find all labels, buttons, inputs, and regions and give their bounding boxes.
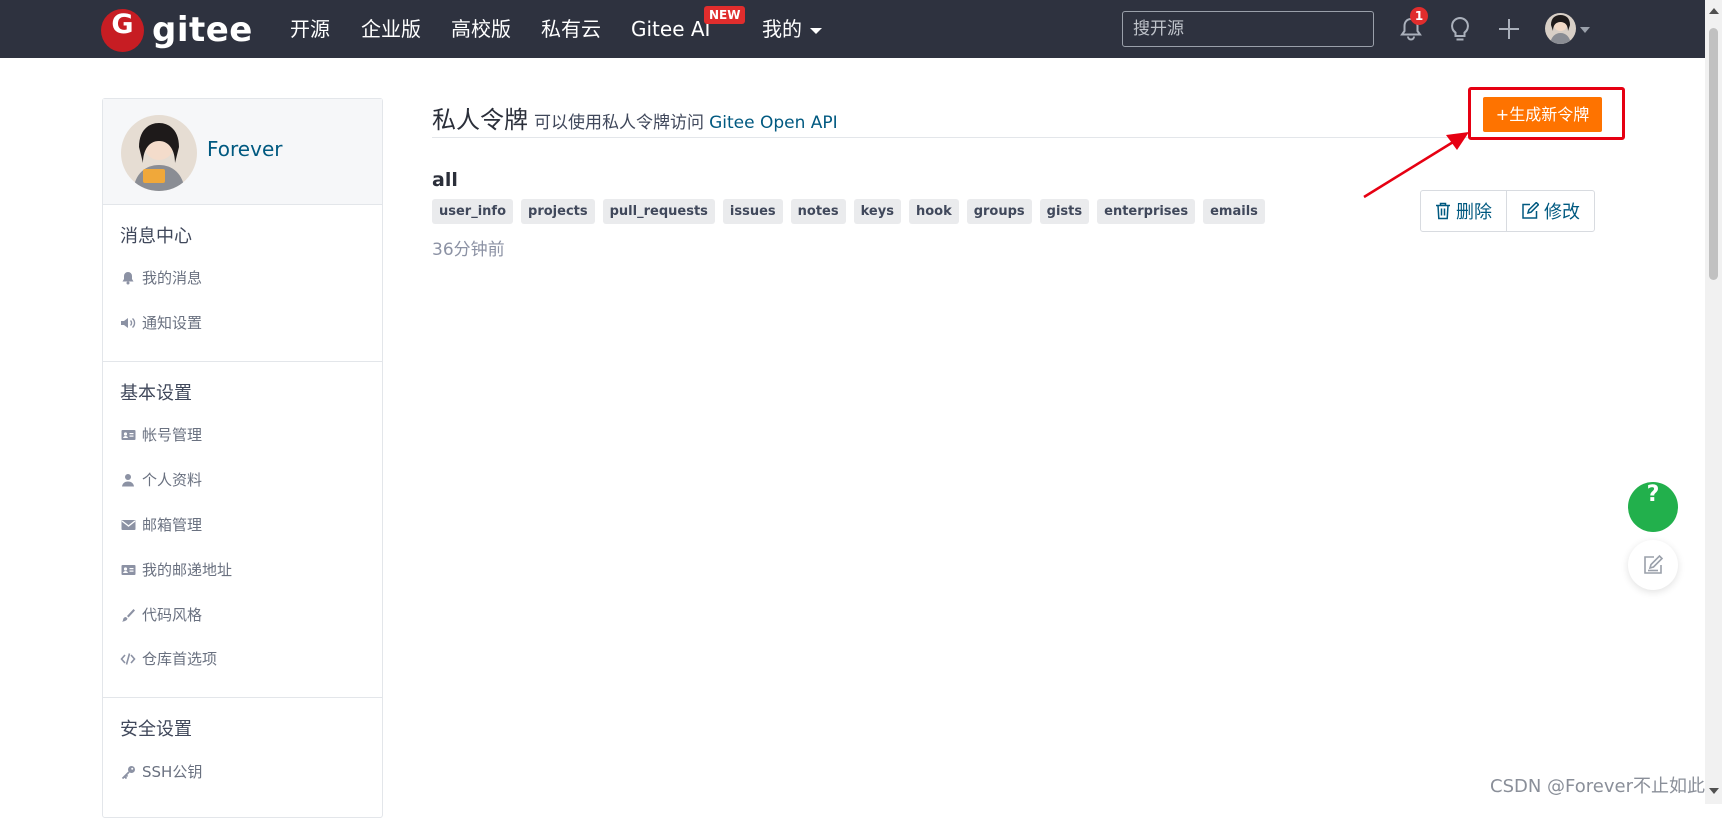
question-icon: ?	[1646, 482, 1660, 507]
scroll-up-icon[interactable]	[1709, 8, 1719, 14]
scope-tag: notes	[790, 199, 846, 224]
notification-badge: 1	[1410, 7, 1428, 25]
scope-tag: keys	[853, 199, 901, 224]
address-card-icon	[120, 562, 136, 578]
scope-tag: gists	[1039, 199, 1090, 224]
section-title-messages: 消息中心	[120, 226, 192, 247]
nav-mine[interactable]: 我的	[762, 16, 822, 42]
token-actions: 删除 修改	[1420, 190, 1595, 232]
token-timestamp: 36分钟前	[432, 240, 505, 260]
vertical-scrollbar[interactable]	[1705, 0, 1722, 804]
lightbulb-icon[interactable]	[1445, 14, 1475, 44]
sidebar-item-repo-preferences[interactable]: 仓库首选项	[120, 648, 217, 669]
help-button[interactable]: ?	[1628, 482, 1678, 532]
sidebar-item-label: 通知设置	[142, 314, 203, 332]
nav-mine-label: 我的	[762, 17, 802, 41]
scope-tag: issues	[722, 199, 783, 224]
user-avatar[interactable]	[1545, 13, 1576, 44]
sidebar-item-label: 帐号管理	[142, 426, 203, 444]
scope-tag: hook	[908, 199, 959, 224]
gitee-logo-text: gitee	[152, 10, 253, 50]
brush-icon	[120, 607, 136, 623]
chevron-down-icon[interactable]	[1580, 27, 1590, 33]
sidebar-item-ssh-keys[interactable]: SSH公钥	[120, 761, 202, 782]
generate-token-button[interactable]: +生成新令牌	[1483, 97, 1602, 132]
section-divider	[103, 361, 382, 362]
sidebar-item-code-style[interactable]: 代码风格	[120, 604, 202, 625]
gitee-open-api-link[interactable]: Gitee Open API	[709, 113, 838, 133]
section-title-basic-settings: 基本设置	[120, 383, 192, 404]
scope-tag: projects	[521, 199, 595, 224]
nav-open-source[interactable]: 开源	[290, 16, 330, 42]
section-title-security-settings: 安全设置	[120, 719, 192, 740]
sidebar-item-label: 仓库首选项	[142, 650, 218, 668]
sidebar-item-label: 个人资料	[142, 471, 203, 489]
code-icon	[120, 651, 136, 667]
nav-enterprise[interactable]: 企业版	[361, 16, 421, 42]
scope-tag: user_info	[432, 199, 514, 224]
sidebar-item-label: 代码风格	[142, 606, 203, 624]
scrollbar-thumb[interactable]	[1709, 28, 1718, 280]
gitee-logo[interactable]: G gitee	[101, 8, 253, 52]
sidebar-item-account[interactable]: 帐号管理	[120, 424, 202, 445]
profile-username[interactable]: Forever	[207, 137, 282, 161]
token-name: all	[432, 169, 458, 191]
feedback-button[interactable]	[1628, 540, 1678, 590]
plus-icon[interactable]	[1494, 14, 1524, 44]
csdn-watermark: CSDN @Forever不止如此	[1490, 776, 1705, 797]
sidebar-item-profile[interactable]: 个人资料	[120, 469, 202, 490]
chevron-down-icon	[810, 27, 822, 34]
volume-icon	[120, 315, 136, 331]
id-card-icon	[120, 427, 136, 443]
sidebar-item-my-messages[interactable]: 我的消息	[120, 267, 202, 288]
sidebar-item-label: 邮箱管理	[142, 516, 203, 534]
page-title: 私人令牌 可以使用私人令牌访问 Gitee Open API	[432, 100, 838, 135]
bell-icon	[120, 270, 136, 286]
annotation-arrow	[1363, 132, 1469, 199]
delete-label: 删除	[1456, 202, 1492, 223]
section-divider	[103, 697, 382, 698]
feedback-edit-icon	[1644, 554, 1664, 574]
edit-icon	[1522, 202, 1539, 219]
profile-avatar[interactable]	[121, 115, 197, 191]
nav-private-cloud[interactable]: 私有云	[541, 16, 601, 42]
edit-token-button[interactable]: 修改	[1506, 191, 1594, 231]
trash-icon	[1436, 202, 1450, 220]
sidebar-item-label: 我的邮递地址	[142, 561, 233, 579]
search-input[interactable]: 搜开源	[1122, 11, 1374, 47]
top-nav-bar: G gitee 开源 企业版 高校版 私有云 Gitee AI NEW 我的 搜…	[0, 0, 1705, 58]
new-badge: NEW	[704, 6, 746, 24]
scope-tag: groups	[966, 199, 1032, 224]
settings-sidebar: Forever 消息中心 我的消息 通知设置 基本设置 帐号管理 个人资料 邮箱…	[102, 98, 383, 818]
page-title-text: 私人令牌	[432, 106, 528, 134]
nav-education[interactable]: 高校版	[451, 16, 511, 42]
profile-card: Forever	[103, 99, 382, 205]
gitee-logo-icon: G	[101, 8, 144, 52]
user-icon	[120, 472, 136, 488]
nav-gitee-ai[interactable]: Gitee AI	[631, 16, 710, 42]
scope-tag: pull_requests	[602, 199, 715, 224]
edit-label: 修改	[1544, 202, 1580, 223]
scope-tag: emails	[1203, 199, 1265, 224]
sidebar-item-email[interactable]: 邮箱管理	[120, 514, 202, 535]
sidebar-item-notify-settings[interactable]: 通知设置	[120, 312, 202, 333]
scroll-down-icon[interactable]	[1709, 788, 1719, 794]
sidebar-item-mailing-address[interactable]: 我的邮递地址	[120, 559, 232, 580]
key-icon	[120, 764, 136, 780]
sidebar-item-label: 我的消息	[142, 269, 203, 287]
sidebar-item-label: SSH公钥	[142, 763, 203, 781]
scope-tag: enterprises	[1097, 199, 1196, 224]
page-subtitle: 可以使用私人令牌访问	[534, 113, 704, 133]
envelope-icon	[120, 517, 136, 533]
token-scopes: user_info projects pull_requests issues …	[432, 199, 1265, 224]
delete-token-button[interactable]: 删除	[1421, 191, 1506, 231]
